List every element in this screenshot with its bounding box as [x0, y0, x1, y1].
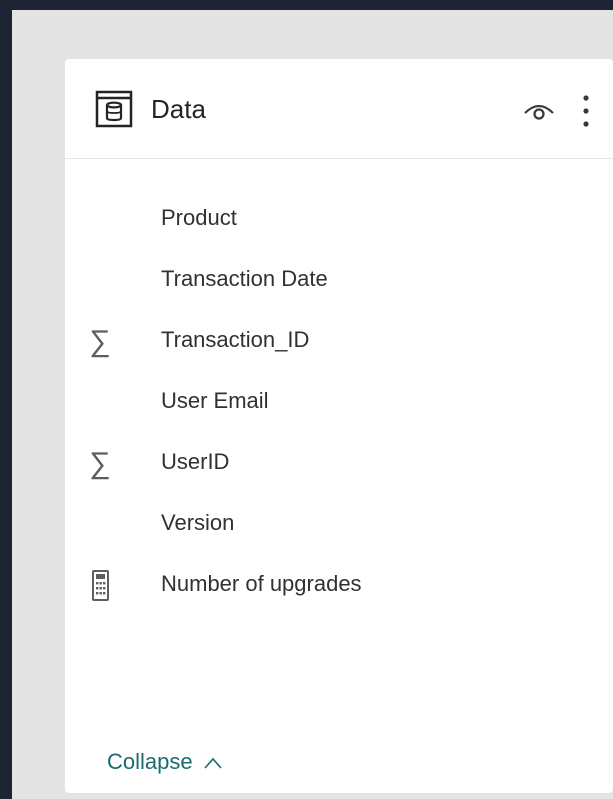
eye-icon[interactable] [522, 97, 556, 123]
calculator-icon [92, 570, 109, 601]
field-label: Version [161, 510, 235, 535]
field-item-number-of-upgrades[interactable]: Number of upgrades [65, 565, 613, 626]
field-label: Transaction_ID [161, 327, 310, 352]
field-item-product[interactable]: Product [65, 199, 613, 260]
field-label: Number of upgrades [161, 571, 362, 596]
sigma-icon: ∑ [89, 325, 111, 358]
field-label: Product [161, 205, 237, 230]
more-options-icon[interactable] [579, 91, 593, 131]
field-label: Transaction Date [161, 266, 328, 291]
field-item-transaction-id[interactable]: ∑ Transaction_ID [65, 321, 613, 382]
field-list: Product Transaction Date ∑ Transaction_I… [65, 199, 613, 626]
database-table-icon [95, 90, 133, 128]
field-label: UserID [161, 449, 230, 474]
data-card: Data Product Transaction Date ∑ Transact… [65, 59, 613, 793]
chevron-up-icon [204, 757, 222, 769]
field-item-transaction-date[interactable]: Transaction Date [65, 260, 613, 321]
sigma-icon: ∑ [89, 447, 111, 480]
visual-frame: Data Product Transaction Date ∑ Transact… [12, 10, 613, 799]
collapse-button[interactable]: Collapse [107, 747, 223, 777]
field-item-userid[interactable]: ∑ UserID [65, 443, 613, 504]
card-title: Data [151, 94, 206, 124]
field-item-user-email[interactable]: User Email [65, 382, 613, 443]
collapse-label: Collapse [107, 749, 193, 774]
field-label: User Email [161, 388, 269, 413]
field-item-version[interactable]: Version [65, 504, 613, 565]
card-header: Data [65, 59, 613, 159]
